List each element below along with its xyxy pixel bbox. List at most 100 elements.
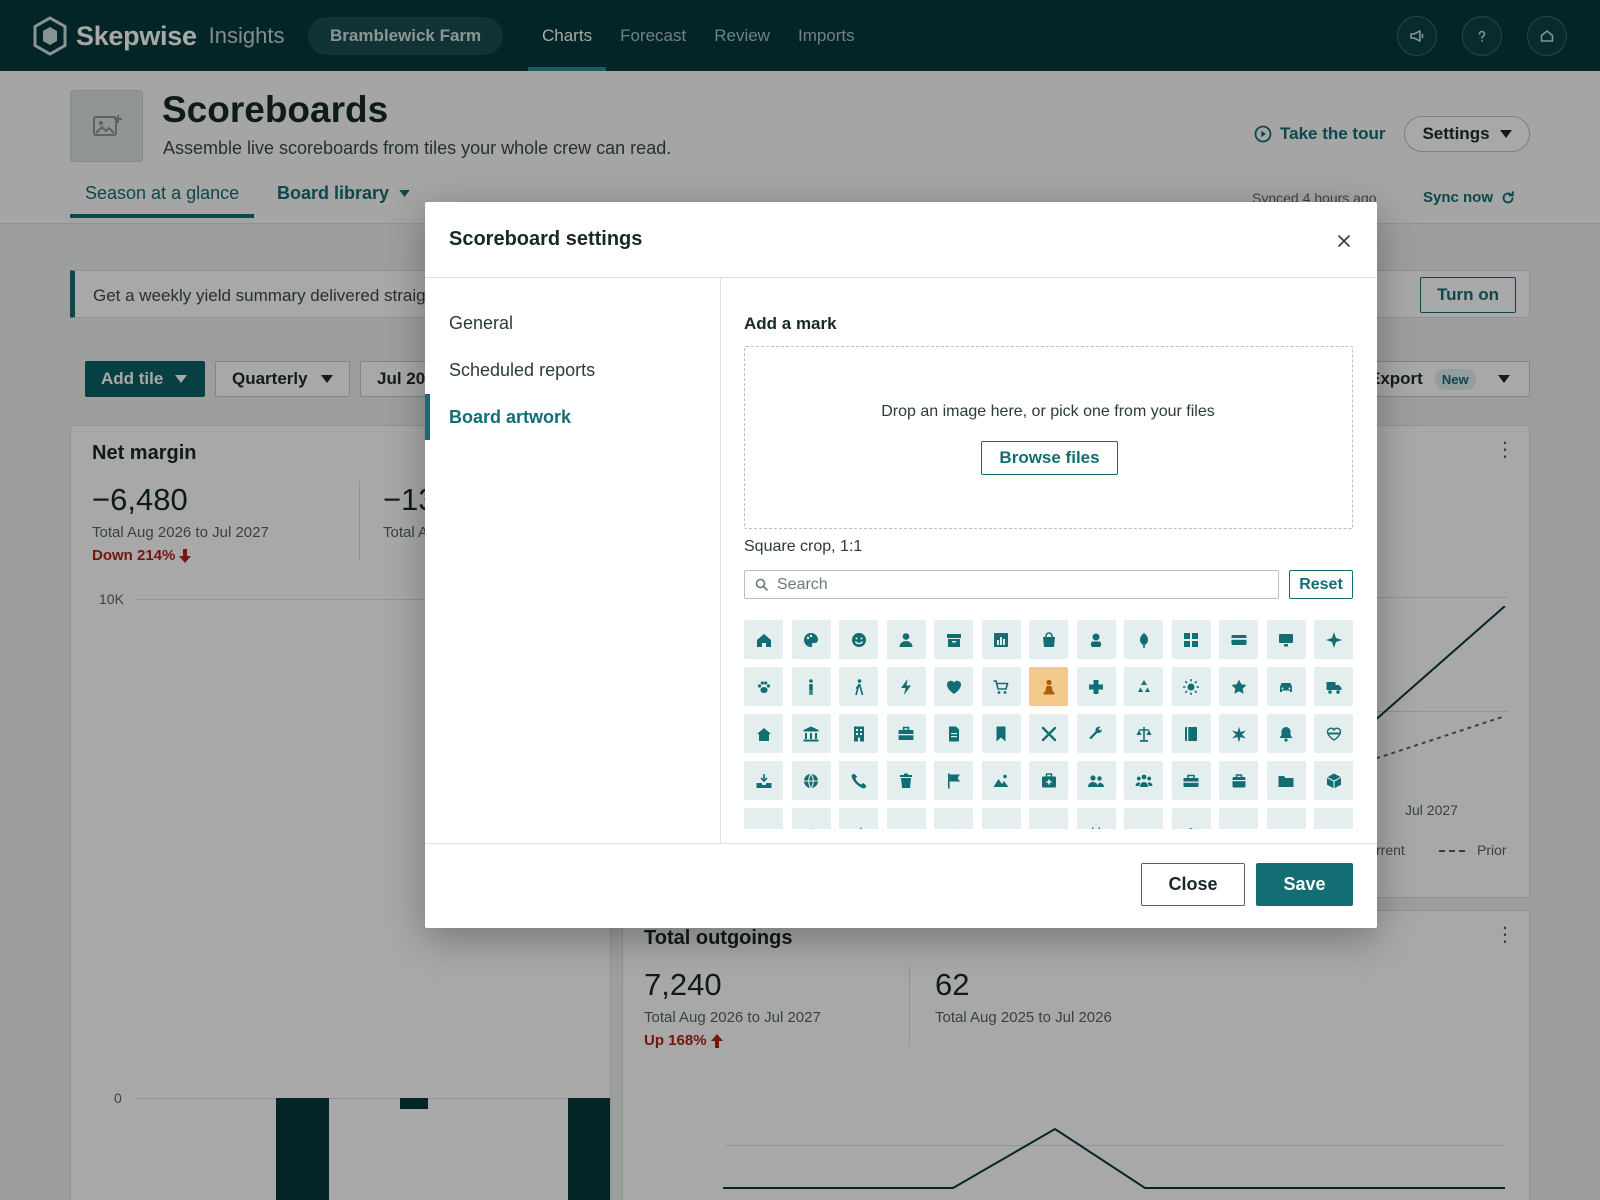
sidebar-item-scheduled-reports[interactable]: Scheduled reports <box>425 347 720 393</box>
icon-option-team[interactable] <box>1124 761 1163 800</box>
row5-j-icon <box>1188 827 1194 829</box>
icon-option-bank[interactable] <box>791 714 831 753</box>
icon-option-heart[interactable] <box>934 667 973 706</box>
icon-option-smiley[interactable] <box>839 620 878 659</box>
icon-option-paw[interactable] <box>744 667 783 706</box>
search-icon <box>755 578 768 591</box>
dialog-footer-divider <box>425 843 1377 844</box>
icon-option-folder[interactable] <box>1266 761 1306 800</box>
icon-option-suitcase[interactable] <box>1219 761 1258 800</box>
person-standing-icon <box>809 678 813 695</box>
icon-option-cube[interactable] <box>1314 761 1353 800</box>
icon-option-house[interactable] <box>744 714 783 753</box>
save-button[interactable]: Save <box>1256 863 1353 906</box>
icon-option-row5-b[interactable] <box>791 808 831 829</box>
icon-option-flag[interactable] <box>934 761 973 800</box>
icon-option-heart-outline[interactable] <box>1314 714 1353 753</box>
sidebar-item-board-artwork[interactable]: Board artwork <box>425 394 720 440</box>
close-button[interactable]: Close <box>1141 863 1245 906</box>
icon-option-inbox-tray[interactable] <box>744 761 783 800</box>
first-aid-icon <box>1041 772 1056 787</box>
icon-option-tools[interactable] <box>1029 714 1068 753</box>
folder-icon <box>1278 775 1294 787</box>
icon-option-first-aid[interactable] <box>1029 761 1068 800</box>
briefcase-icon <box>898 726 914 740</box>
icon-option-medical-cross[interactable] <box>1076 667 1116 706</box>
icon-option-palette[interactable] <box>791 620 831 659</box>
flag-icon <box>947 773 960 788</box>
row5-i-icon <box>1138 828 1149 829</box>
dialog-sidebar-divider <box>720 277 721 843</box>
icon-option-user-badge[interactable] <box>1076 620 1116 659</box>
icon-option-landscape[interactable] <box>981 761 1021 800</box>
icon-option-scales[interactable] <box>1124 714 1163 753</box>
icon-option-bell[interactable] <box>1266 714 1306 753</box>
shopping-bag-icon <box>1042 631 1055 647</box>
icon-option-group[interactable] <box>1076 761 1116 800</box>
icon-option-person-standing[interactable] <box>791 667 831 706</box>
icon-option-credit-card[interactable] <box>1219 620 1258 659</box>
icon-option-row5-c[interactable] <box>839 808 878 829</box>
icon-option-row5-e[interactable] <box>934 808 973 829</box>
browse-files-button[interactable]: Browse files <box>981 441 1118 475</box>
row5-k-icon <box>1230 819 1248 830</box>
globe-icon <box>804 773 818 788</box>
icon-option-person[interactable] <box>886 620 926 659</box>
icon-option-starburst[interactable] <box>1219 714 1258 753</box>
icon-option-globe[interactable] <box>791 761 831 800</box>
icon-option-row5-j[interactable] <box>1171 808 1211 829</box>
icon-option-sparkle[interactable] <box>1314 620 1353 659</box>
book-icon <box>1185 726 1197 741</box>
icon-search-input[interactable] <box>777 575 1257 594</box>
wrench-icon <box>1089 726 1102 739</box>
icon-option-row5-i[interactable] <box>1124 808 1163 829</box>
scoreboard-settings-dialog: Scoreboard settings General Scheduled re… <box>425 202 1377 928</box>
icon-option-row5-m[interactable] <box>1314 808 1353 829</box>
icon-option-row5-a[interactable] <box>744 808 783 829</box>
icon-option-office-building[interactable] <box>839 714 878 753</box>
icon-option-grid[interactable] <box>1171 620 1211 659</box>
icon-option-phone[interactable] <box>839 761 878 800</box>
inbox-tray-icon <box>756 773 771 788</box>
sidebar-item-general[interactable]: General <box>425 300 720 346</box>
icon-option-row5-d[interactable] <box>886 808 926 829</box>
smiley-icon <box>851 632 866 647</box>
icon-option-document[interactable] <box>934 714 973 753</box>
icon-option-cart[interactable] <box>981 667 1021 706</box>
reset-button[interactable]: Reset <box>1289 570 1353 599</box>
icon-option-bar-chart[interactable] <box>981 620 1021 659</box>
icon-option-monitor[interactable] <box>1266 620 1306 659</box>
icon-option-shopping-bag[interactable] <box>1029 620 1068 659</box>
icon-option-row5-k[interactable] <box>1219 808 1258 829</box>
bookmark-icon <box>996 726 1006 741</box>
icon-option-archive[interactable] <box>934 620 973 659</box>
icon-option-row5-f[interactable] <box>981 808 1021 829</box>
icon-option-row5-l[interactable] <box>1266 808 1306 829</box>
icon-option-chess-pawn[interactable] <box>1029 667 1068 706</box>
icon-option-bookmark[interactable] <box>981 714 1021 753</box>
image-dropzone[interactable]: Drop an image here, or pick one from you… <box>744 346 1353 529</box>
icon-option-truck[interactable] <box>1314 667 1353 706</box>
icon-option-toolbox[interactable] <box>1171 761 1211 800</box>
icon-option-row5-g[interactable] <box>1029 808 1068 829</box>
icon-search-field[interactable] <box>744 570 1279 599</box>
icon-option-trash[interactable] <box>886 761 926 800</box>
icon-option-wrench[interactable] <box>1076 714 1116 753</box>
icon-option-car[interactable] <box>1266 667 1306 706</box>
icon-option-sun[interactable] <box>1171 667 1211 706</box>
row5-b-icon <box>810 827 812 829</box>
paw-icon <box>757 680 770 693</box>
palette-icon <box>804 632 818 647</box>
icon-option-briefcase[interactable] <box>886 714 926 753</box>
icon-option-star[interactable] <box>1219 667 1258 706</box>
icon-option-row5-h[interactable] <box>1076 808 1116 829</box>
icon-option-book[interactable] <box>1171 714 1211 753</box>
icon-option-person-walking[interactable] <box>839 667 878 706</box>
icon-option-leaf[interactable] <box>1124 620 1163 659</box>
icon-option-home[interactable] <box>744 620 783 659</box>
icon-option-recycle[interactable] <box>1124 667 1163 706</box>
icon-option-bolt[interactable] <box>886 667 926 706</box>
dialog-close-button[interactable] <box>1331 228 1357 254</box>
dialog-header-divider <box>425 277 1377 278</box>
medical-cross-icon <box>1089 679 1103 694</box>
